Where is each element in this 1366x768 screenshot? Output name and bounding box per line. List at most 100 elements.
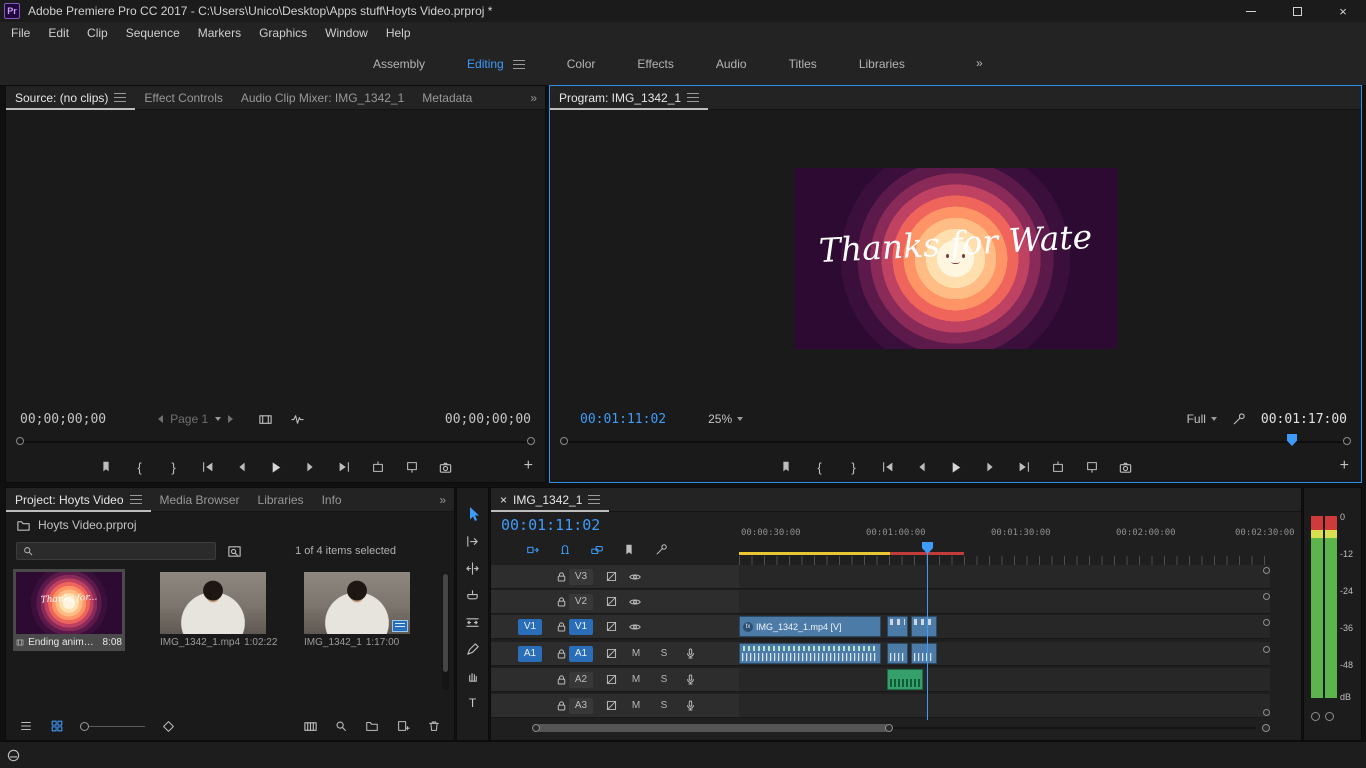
close-sequence-icon[interactable]: × bbox=[500, 493, 507, 507]
menu-window[interactable]: Window bbox=[316, 26, 377, 40]
workspace-color[interactable]: Color bbox=[546, 57, 617, 71]
sort-icons-button[interactable] bbox=[160, 718, 176, 734]
nest-toggle-button[interactable] bbox=[525, 542, 541, 558]
program-scrubber[interactable] bbox=[554, 432, 1357, 452]
scrubber-start-handle[interactable] bbox=[16, 437, 24, 445]
ripple-edit-tool[interactable] bbox=[465, 560, 481, 576]
create-search-bin-button[interactable] bbox=[226, 543, 242, 559]
track-label[interactable]: V2 bbox=[569, 593, 593, 610]
mark-in-button[interactable]: { bbox=[132, 459, 148, 475]
track-header-a1[interactable]: A1 A1 M S bbox=[491, 642, 739, 666]
sync-lock-icon[interactable] bbox=[605, 595, 618, 608]
mark-in-button[interactable]: { bbox=[812, 459, 828, 475]
track-label[interactable]: V1 bbox=[569, 618, 593, 635]
scrubber-end-handle[interactable] bbox=[1343, 437, 1351, 445]
voiceover-mic-icon[interactable] bbox=[684, 673, 697, 686]
source-patch[interactable]: V1 bbox=[518, 618, 542, 635]
audio-clip-fragment[interactable] bbox=[887, 643, 908, 664]
music-clip[interactable] bbox=[887, 669, 923, 690]
solo-button[interactable]: S bbox=[656, 648, 672, 659]
tab-source[interactable]: Source: (no clips) bbox=[6, 86, 135, 110]
maximize-button[interactable] bbox=[1274, 0, 1320, 22]
track-scroll-dot[interactable] bbox=[1263, 619, 1270, 626]
new-bin-button[interactable] bbox=[364, 718, 380, 734]
timeline-settings-wrench-button[interactable] bbox=[653, 542, 669, 558]
lock-icon[interactable] bbox=[555, 620, 568, 633]
goto-in-button[interactable] bbox=[880, 459, 896, 475]
menu-help[interactable]: Help bbox=[377, 26, 420, 40]
track-lane-a1[interactable] bbox=[739, 642, 1270, 666]
time-ruler[interactable] bbox=[739, 556, 1270, 565]
track-header-v2[interactable]: V2 bbox=[491, 590, 739, 614]
scrubber-start-handle[interactable] bbox=[560, 437, 568, 445]
button-editor-button[interactable]: + bbox=[524, 457, 533, 475]
tab-effect-controls[interactable]: Effect Controls bbox=[135, 86, 231, 110]
page-selector[interactable]: Page 1 bbox=[158, 412, 234, 426]
audio-clip-img1342[interactable] bbox=[739, 643, 881, 664]
automate-to-sequence-button[interactable] bbox=[302, 718, 318, 734]
lift-button[interactable] bbox=[1050, 459, 1066, 475]
menu-markers[interactable]: Markers bbox=[189, 26, 250, 40]
panel-menu-icon[interactable] bbox=[129, 495, 142, 504]
voiceover-mic-icon[interactable] bbox=[684, 699, 697, 712]
selection-tool[interactable] bbox=[465, 506, 481, 522]
add-marker-button[interactable] bbox=[98, 459, 114, 475]
meter-channel-dot[interactable] bbox=[1325, 712, 1334, 721]
track-label[interactable]: A1 bbox=[569, 645, 593, 662]
step-forward-button[interactable] bbox=[302, 459, 318, 475]
export-frame-button[interactable] bbox=[438, 459, 454, 475]
scrollbar-handle[interactable] bbox=[885, 724, 893, 732]
sync-lock-icon[interactable] bbox=[605, 673, 618, 686]
workspace-editing[interactable]: Editing bbox=[446, 57, 546, 71]
workspace-assembly[interactable]: Assembly bbox=[352, 57, 446, 71]
solo-button[interactable]: S bbox=[656, 674, 672, 685]
track-header-v3[interactable]: V3 bbox=[491, 565, 739, 589]
razor-tool[interactable] bbox=[465, 587, 481, 603]
sync-lock-icon[interactable] bbox=[605, 570, 618, 583]
track-header-a2[interactable]: A2 M S bbox=[491, 668, 739, 692]
item-thumbnail[interactable]: Thanks for... bbox=[16, 572, 122, 634]
export-frame-button[interactable] bbox=[1118, 459, 1134, 475]
hand-tool[interactable] bbox=[465, 668, 481, 684]
panel-menu-icon[interactable] bbox=[114, 93, 127, 102]
step-forward-button[interactable] bbox=[982, 459, 998, 475]
track-select-forward-tool[interactable] bbox=[465, 533, 481, 549]
audio-clip-fragment[interactable] bbox=[911, 643, 937, 664]
new-item-button[interactable] bbox=[395, 718, 411, 734]
zoom-slider-knob[interactable] bbox=[80, 721, 89, 731]
tab-audio-clip-mixer[interactable]: Audio Clip Mixer: IMG_1342_1 bbox=[232, 86, 413, 110]
track-lane-a3[interactable] bbox=[739, 694, 1270, 718]
project-item-img1342-mp4[interactable]: IMG_1342_1.mp4 1:02:22 bbox=[160, 572, 277, 648]
tab-overflow-chevron[interactable]: » bbox=[431, 493, 454, 507]
play-button[interactable] bbox=[948, 459, 964, 475]
item-thumbnail[interactable] bbox=[160, 572, 266, 634]
track-output-eye-icon[interactable] bbox=[628, 595, 642, 609]
snap-button[interactable] bbox=[557, 542, 573, 558]
slip-tool[interactable] bbox=[465, 614, 481, 630]
lock-icon[interactable] bbox=[555, 673, 568, 686]
tab-libraries[interactable]: Libraries bbox=[249, 488, 313, 512]
scrollbar-handle[interactable] bbox=[1262, 724, 1270, 732]
track-scroll-dot[interactable] bbox=[1263, 646, 1270, 653]
lock-icon[interactable] bbox=[555, 699, 568, 712]
voiceover-mic-icon[interactable] bbox=[684, 647, 697, 660]
source-patch[interactable]: A1 bbox=[518, 645, 542, 662]
zoom-slider-track[interactable] bbox=[89, 725, 145, 727]
mute-button[interactable]: M bbox=[628, 648, 644, 659]
lock-icon[interactable] bbox=[555, 570, 568, 583]
extract-button[interactable] bbox=[1084, 459, 1100, 475]
linked-selection-button[interactable] bbox=[589, 542, 605, 558]
close-button[interactable]: × bbox=[1320, 0, 1366, 22]
tab-sequence[interactable]: × IMG_1342_1 bbox=[491, 488, 609, 512]
timeline-timecode[interactable]: 00:01:11:02 bbox=[501, 516, 600, 534]
scrollbar-handle[interactable] bbox=[532, 724, 540, 732]
project-scrollbar[interactable] bbox=[442, 572, 449, 690]
video-clip-fragment[interactable] bbox=[911, 616, 937, 637]
settings-wrench-button[interactable] bbox=[1231, 411, 1247, 427]
menu-sequence[interactable]: Sequence bbox=[117, 26, 189, 40]
lock-icon[interactable] bbox=[555, 647, 568, 660]
menu-clip[interactable]: Clip bbox=[78, 26, 117, 40]
lock-icon[interactable] bbox=[555, 595, 568, 608]
track-label[interactable]: V3 bbox=[569, 568, 593, 585]
goto-out-button[interactable] bbox=[336, 459, 352, 475]
